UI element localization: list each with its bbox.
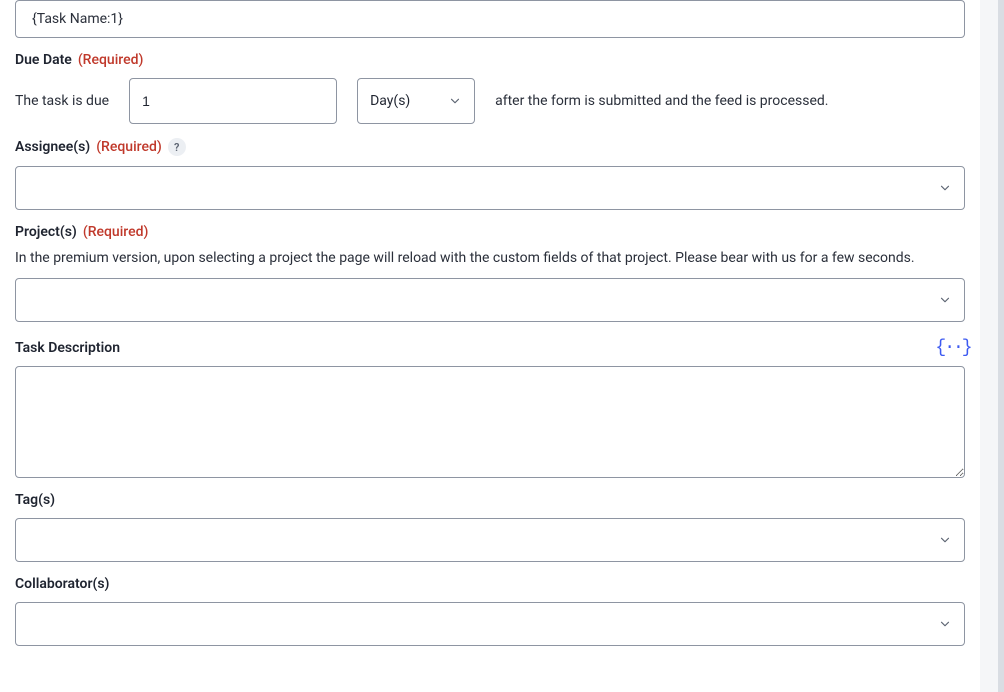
due-date-unit-selected: Day(s): [370, 93, 410, 109]
task-name-input[interactable]: {Task Name:1}: [15, 0, 965, 38]
chevron-down-icon: [448, 94, 462, 108]
assignees-select[interactable]: [15, 166, 965, 210]
due-date-lead-text: The task is due: [15, 93, 109, 109]
description-field: Task Description {··}: [15, 336, 965, 478]
task-name-field: {Task Name:1}: [15, 0, 965, 38]
due-date-label-text: Due Date: [15, 52, 72, 68]
description-textarea[interactable]: [15, 366, 965, 478]
chevron-down-icon: [938, 181, 952, 195]
due-date-required: (Required): [78, 52, 144, 68]
description-label-text: Task Description: [15, 340, 120, 356]
description-label: Task Description: [15, 340, 120, 356]
scrollbar-strip[interactable]: [998, 0, 1004, 692]
chevron-down-icon: [938, 293, 952, 307]
due-date-label: Due Date (Required): [15, 52, 143, 68]
collaborators-select[interactable]: [15, 602, 965, 646]
chevron-down-icon: [938, 533, 952, 547]
assignees-label-text: Assignee(s): [15, 139, 90, 155]
chevron-down-icon: [938, 617, 952, 631]
assignees-label: Assignee(s) (Required) ?: [15, 138, 186, 156]
task-name-value: {Task Name:1}: [32, 11, 123, 27]
tags-label-text: Tag(s): [15, 492, 55, 508]
collaborators-label-text: Collaborator(s): [15, 576, 109, 592]
collaborators-field: Collaborator(s): [15, 576, 965, 646]
projects-field: Project(s) (Required) In the premium ver…: [15, 224, 965, 322]
assignees-field: Assignee(s) (Required) ?: [15, 138, 965, 210]
projects-note: In the premium version, upon selecting a…: [15, 248, 965, 268]
due-date-field: Due Date (Required) The task is due Day(…: [15, 52, 965, 124]
merge-tag-icon[interactable]: {··}: [941, 336, 965, 360]
due-date-number-input[interactable]: [129, 78, 337, 124]
projects-label-text: Project(s): [15, 224, 77, 240]
projects-required: (Required): [83, 224, 149, 240]
assignees-required: (Required): [96, 139, 162, 155]
collaborators-label: Collaborator(s): [15, 576, 109, 592]
projects-select[interactable]: [15, 278, 965, 322]
help-icon[interactable]: ?: [168, 138, 186, 156]
tags-select[interactable]: [15, 518, 965, 562]
due-date-unit-select[interactable]: Day(s): [357, 78, 475, 124]
tags-label: Tag(s): [15, 492, 55, 508]
tags-field: Tag(s): [15, 492, 965, 562]
due-date-tail-text: after the form is submitted and the feed…: [495, 93, 828, 109]
projects-label: Project(s) (Required): [15, 224, 148, 240]
outer-gap: [980, 0, 998, 692]
